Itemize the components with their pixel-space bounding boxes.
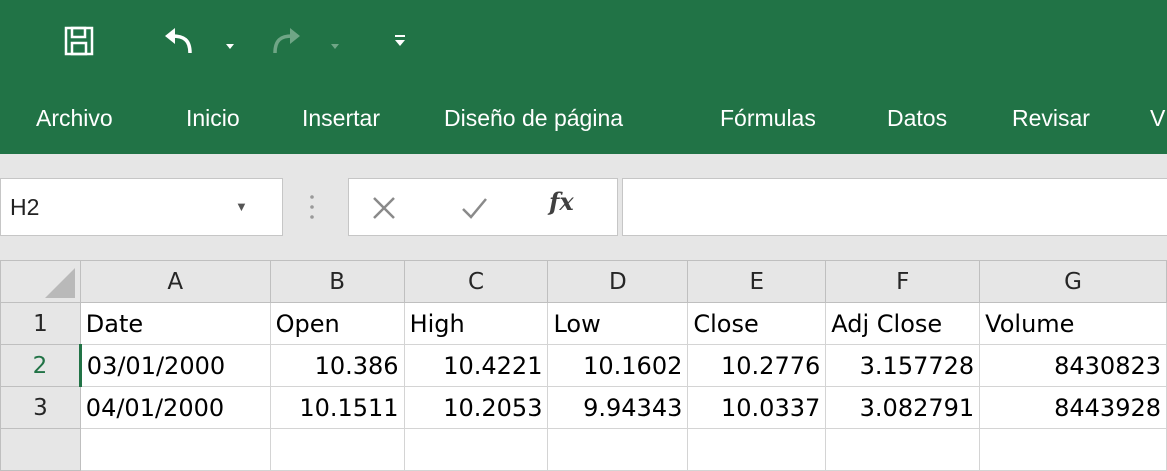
enter-checkmark-icon[interactable] <box>459 193 489 223</box>
cell-c2[interactable]: 10.4221 <box>403 344 549 387</box>
row-header-3[interactable]: 3 <box>0 386 81 429</box>
grid-table: A B C D E F G 1 Date Open High Low Close… <box>0 260 1167 471</box>
cell-e1[interactable]: Close <box>687 302 827 345</box>
tab-archivo[interactable]: Archivo <box>36 82 113 154</box>
row-header-2[interactable]: 2 <box>0 344 82 387</box>
cell-c3[interactable]: 10.2053 <box>403 386 549 429</box>
cell-d3[interactable]: 9.94343 <box>547 386 689 429</box>
cell-a3[interactable]: 04/01/2000 <box>79 386 271 429</box>
cell-f3[interactable]: 3.082791 <box>825 386 981 429</box>
column-header-g[interactable]: G <box>979 260 1167 303</box>
cell-g2[interactable]: 8430823 <box>979 344 1167 387</box>
cell-d1[interactable]: Low <box>547 302 689 345</box>
row-header-empty[interactable] <box>0 428 81 471</box>
undo-icon[interactable] <box>162 26 196 56</box>
tab-vista[interactable]: V <box>1150 82 1165 154</box>
formula-buttons: fx <box>348 178 618 236</box>
insert-function-icon[interactable]: fx <box>549 187 574 216</box>
cell-b3[interactable]: 10.1511 <box>269 386 405 429</box>
name-box-value: H2 <box>10 194 40 220</box>
column-header-a[interactable]: A <box>79 260 271 303</box>
customize-qat-icon[interactable] <box>394 34 406 48</box>
redo-icon[interactable] <box>270 26 302 56</box>
cancel-icon[interactable] <box>369 193 399 223</box>
redo-dropdown-icon[interactable] <box>329 38 341 49</box>
select-all-corner[interactable] <box>0 260 81 303</box>
column-header-c[interactable]: C <box>403 260 549 303</box>
tab-formulas[interactable]: Fórmulas <box>720 82 816 154</box>
ribbon-tabs: Archivo Inicio Insertar Diseño de página… <box>0 82 1167 154</box>
cell-g3[interactable]: 8443928 <box>979 386 1167 429</box>
table-row: 3 04/01/2000 10.1511 10.2053 9.94343 10.… <box>0 386 1167 429</box>
cell-e2[interactable]: 10.2776 <box>687 344 827 387</box>
tab-insertar[interactable]: Insertar <box>302 82 380 154</box>
column-header-row: A B C D E F G <box>0 260 1167 303</box>
cell-g1[interactable]: Volume <box>979 302 1167 345</box>
cell-a2[interactable]: 03/01/2000 <box>79 344 271 387</box>
table-row: 1 Date Open High Low Close Adj Close Vol… <box>0 302 1167 345</box>
cell-c1[interactable]: High <box>403 302 549 345</box>
formula-input[interactable] <box>622 178 1167 236</box>
cell[interactable] <box>979 428 1167 471</box>
tab-datos[interactable]: Datos <box>887 82 947 154</box>
tab-revisar[interactable]: Revisar <box>1012 82 1090 154</box>
cell-f1[interactable]: Adj Close <box>825 302 981 345</box>
column-header-e[interactable]: E <box>687 260 827 303</box>
cell[interactable] <box>79 428 271 471</box>
row-header-1[interactable]: 1 <box>0 302 81 345</box>
cell[interactable] <box>547 428 689 471</box>
table-row <box>0 428 1167 471</box>
cell[interactable] <box>825 428 981 471</box>
cell[interactable] <box>403 428 549 471</box>
drag-handle-icon[interactable] <box>310 194 314 220</box>
tab-diseno-de-pagina[interactable]: Diseño de página <box>444 82 623 154</box>
undo-dropdown-icon[interactable] <box>224 38 236 49</box>
cell-e3[interactable]: 10.0337 <box>687 386 827 429</box>
cell-f2[interactable]: 3.157728 <box>825 344 981 387</box>
column-header-b[interactable]: B <box>269 260 405 303</box>
cell[interactable] <box>687 428 827 471</box>
cell-b2[interactable]: 10.386 <box>269 344 405 387</box>
formula-bar: H2 ▼ fx <box>0 154 1167 260</box>
column-header-f[interactable]: F <box>825 260 981 303</box>
cell[interactable] <box>269 428 405 471</box>
quick-access-toolbar <box>0 0 1167 82</box>
column-header-d[interactable]: D <box>547 260 689 303</box>
worksheet: A B C D E F G 1 Date Open High Low Close… <box>0 260 1167 471</box>
cell-a1[interactable]: Date <box>79 302 271 345</box>
tab-inicio[interactable]: Inicio <box>186 82 240 154</box>
name-box[interactable]: H2 ▼ <box>0 178 283 236</box>
save-icon[interactable] <box>64 26 94 56</box>
chevron-down-icon[interactable]: ▼ <box>235 179 248 235</box>
cell-d2[interactable]: 10.1602 <box>547 344 689 387</box>
cell-b1[interactable]: Open <box>269 302 405 345</box>
table-row: 2 03/01/2000 10.386 10.4221 10.1602 10.2… <box>0 344 1167 387</box>
